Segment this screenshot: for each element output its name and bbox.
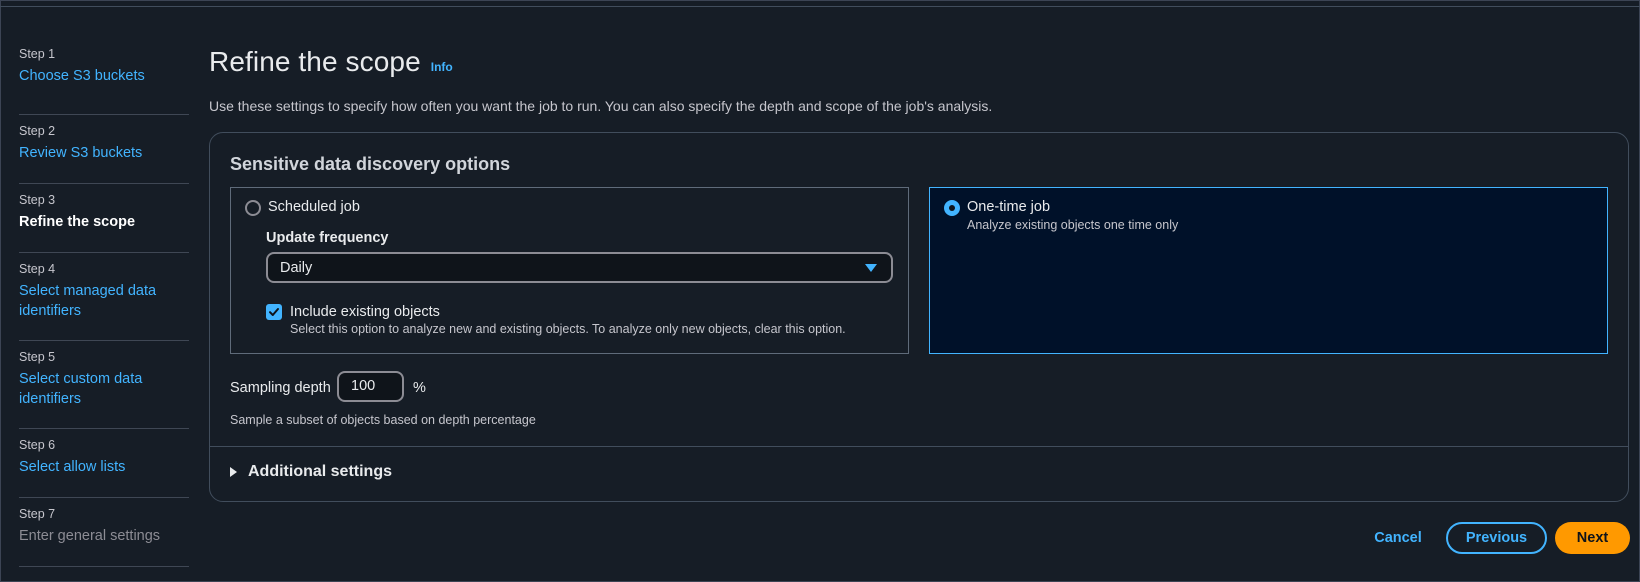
- page-header: Refine the scope Info: [209, 46, 1629, 86]
- update-frequency-select[interactable]: Daily: [266, 252, 893, 283]
- step-4: Step 4 Select managed data identifiers: [19, 253, 189, 341]
- step-1: Step 1 Choose S3 buckets: [19, 46, 189, 115]
- additional-settings-expander[interactable]: Additional settings: [230, 463, 392, 481]
- step-link-choose-buckets[interactable]: Choose S3 buckets: [19, 66, 189, 86]
- include-existing-label: Include existing objects: [290, 304, 440, 320]
- top-divider: [0, 6, 1640, 7]
- step-number: Step 6: [19, 438, 56, 452]
- scheduled-job-radio[interactable]: [245, 200, 261, 216]
- additional-settings-label: Additional settings: [248, 463, 392, 480]
- next-button[interactable]: Next: [1555, 522, 1630, 554]
- step-current-refine-scope: Refine the scope: [19, 214, 136, 230]
- step-link-allow-lists[interactable]: Select allow lists: [19, 457, 189, 477]
- step-link-managed-identifiers[interactable]: Select managed data identifiers: [19, 281, 169, 321]
- step-number: Step 2: [19, 124, 56, 138]
- page-description: Use these settings to specify how often …: [209, 98, 993, 114]
- step-link-custom-identifiers[interactable]: Select custom data identifiers: [19, 369, 159, 409]
- step-number: Step 3: [19, 193, 56, 207]
- discovery-options-container: Sensitive data discovery options Schedul…: [209, 132, 1629, 502]
- one-time-job-label: One-time job: [967, 199, 1051, 215]
- step-disabled-general-settings: Enter general settings: [19, 528, 161, 544]
- caret-down-icon: [865, 264, 877, 272]
- include-existing-checkbox[interactable]: [266, 304, 282, 320]
- step-2: Step 2 Review S3 buckets: [19, 115, 189, 184]
- scheduled-job-tile[interactable]: Scheduled job Update frequency Daily Inc…: [230, 187, 909, 354]
- previous-button[interactable]: Previous: [1446, 522, 1547, 554]
- step-3: Step 3 Refine the scope: [19, 184, 189, 253]
- step-7: Step 7 Enter general settings: [19, 498, 189, 567]
- info-link[interactable]: Info: [431, 60, 453, 74]
- step-5: Step 5 Select custom data identifiers: [19, 341, 189, 429]
- update-frequency-label: Update frequency: [266, 230, 389, 246]
- cancel-button[interactable]: Cancel: [1362, 522, 1434, 554]
- sampling-depth-label: Sampling depth: [230, 380, 331, 396]
- section-divider: [210, 446, 1628, 447]
- container-title: Sensitive data discovery options: [230, 154, 511, 174]
- sampling-depth-input[interactable]: 100: [337, 371, 404, 402]
- update-frequency-value: Daily: [280, 260, 313, 276]
- sampling-depth-description: Sample a subset of objects based on dept…: [230, 413, 536, 427]
- scheduled-job-label: Scheduled job: [268, 199, 360, 215]
- wizard-steps-nav: Step 1 Choose S3 buckets Step 2 Review S…: [19, 46, 189, 567]
- step-number: Step 5: [19, 350, 56, 364]
- checkmark-icon: [269, 308, 279, 316]
- one-time-job-tile[interactable]: One-time job Analyze existing objects on…: [929, 187, 1608, 354]
- step-number: Step 4: [19, 262, 56, 276]
- one-time-job-description: Analyze existing objects one time only: [967, 218, 1179, 232]
- caret-right-icon: [230, 467, 237, 477]
- sampling-depth-unit: %: [413, 380, 426, 396]
- step-number: Step 1: [19, 47, 56, 61]
- include-existing-description: Select this option to analyze new and ex…: [290, 322, 846, 336]
- step-number: Step 7: [19, 507, 56, 521]
- page-title: Refine the scope: [209, 46, 421, 77]
- main-content: Refine the scope Info Use these settings…: [209, 46, 1629, 502]
- step-6: Step 6 Select allow lists: [19, 429, 189, 498]
- one-time-job-radio[interactable]: [944, 200, 960, 216]
- step-link-review-buckets[interactable]: Review S3 buckets: [19, 143, 189, 163]
